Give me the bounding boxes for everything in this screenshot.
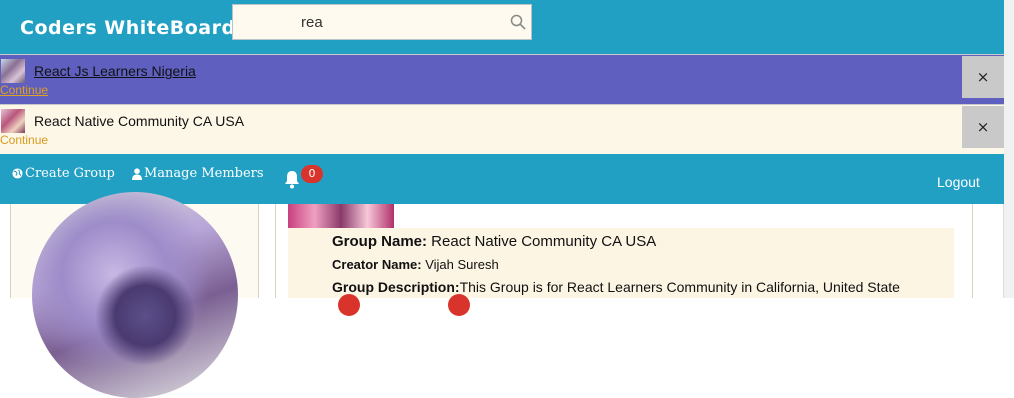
page-scrollbar[interactable] — [1003, 0, 1014, 298]
group-description-value: This Group is for React Learners Communi… — [459, 279, 900, 295]
close-icon: × — [976, 118, 990, 136]
close-icon: × — [976, 68, 990, 86]
continue-link[interactable]: Continue — [0, 133, 48, 147]
group-image — [288, 204, 394, 228]
top-header: Coders WhiteBoard — [0, 0, 1004, 54]
search-box[interactable] — [232, 4, 532, 40]
close-button[interactable]: × — [962, 106, 1004, 148]
search-result-name[interactable]: React Native Community CA USA — [34, 113, 244, 129]
search-result-row[interactable]: React Native Community CA USA Continue × — [0, 104, 1004, 155]
create-group-link[interactable]: Create Group — [12, 166, 115, 181]
group-description-row: Group Description:This Group is for Reac… — [332, 279, 900, 295]
group-thumbnail — [1, 109, 25, 133]
globe-icon — [12, 168, 23, 179]
group-name-value: React Native Community CA USA — [427, 233, 657, 250]
manage-members-label: Manage Members — [144, 166, 264, 181]
manage-members-link[interactable]: Manage Members — [132, 166, 264, 181]
search-input[interactable] — [233, 5, 503, 39]
action-button[interactable] — [338, 294, 360, 316]
creator-name-value: Vijah Suresh — [421, 257, 499, 272]
group-description-label: Group Description: — [332, 279, 460, 295]
search-result-name[interactable]: React Js Learners Nigeria — [34, 63, 196, 79]
group-name-label: Group Name: — [332, 233, 428, 250]
search-icon[interactable] — [510, 14, 526, 30]
search-result-row[interactable]: React Js Learners Nigeria Continue × — [0, 54, 1004, 105]
action-button[interactable] — [448, 294, 470, 316]
user-icon — [132, 167, 142, 180]
brand-title[interactable]: Coders WhiteBoard — [20, 17, 236, 39]
group-thumbnail — [1, 59, 25, 83]
creator-name-row: Creator Name: Vijah Suresh — [332, 257, 499, 272]
creator-name-label: Creator Name: — [332, 257, 422, 272]
profile-panel — [10, 192, 259, 398]
continue-link[interactable]: Continue — [0, 83, 48, 97]
group-name-row: Group Name: React Native Community CA US… — [332, 233, 656, 250]
logout-button[interactable]: Logout — [937, 174, 980, 190]
avatar — [32, 192, 238, 398]
close-button[interactable]: × — [962, 56, 1004, 98]
bell-icon[interactable] — [283, 170, 301, 189]
create-group-label: Create Group — [25, 166, 115, 181]
notification-badge[interactable]: 0 — [301, 165, 323, 183]
